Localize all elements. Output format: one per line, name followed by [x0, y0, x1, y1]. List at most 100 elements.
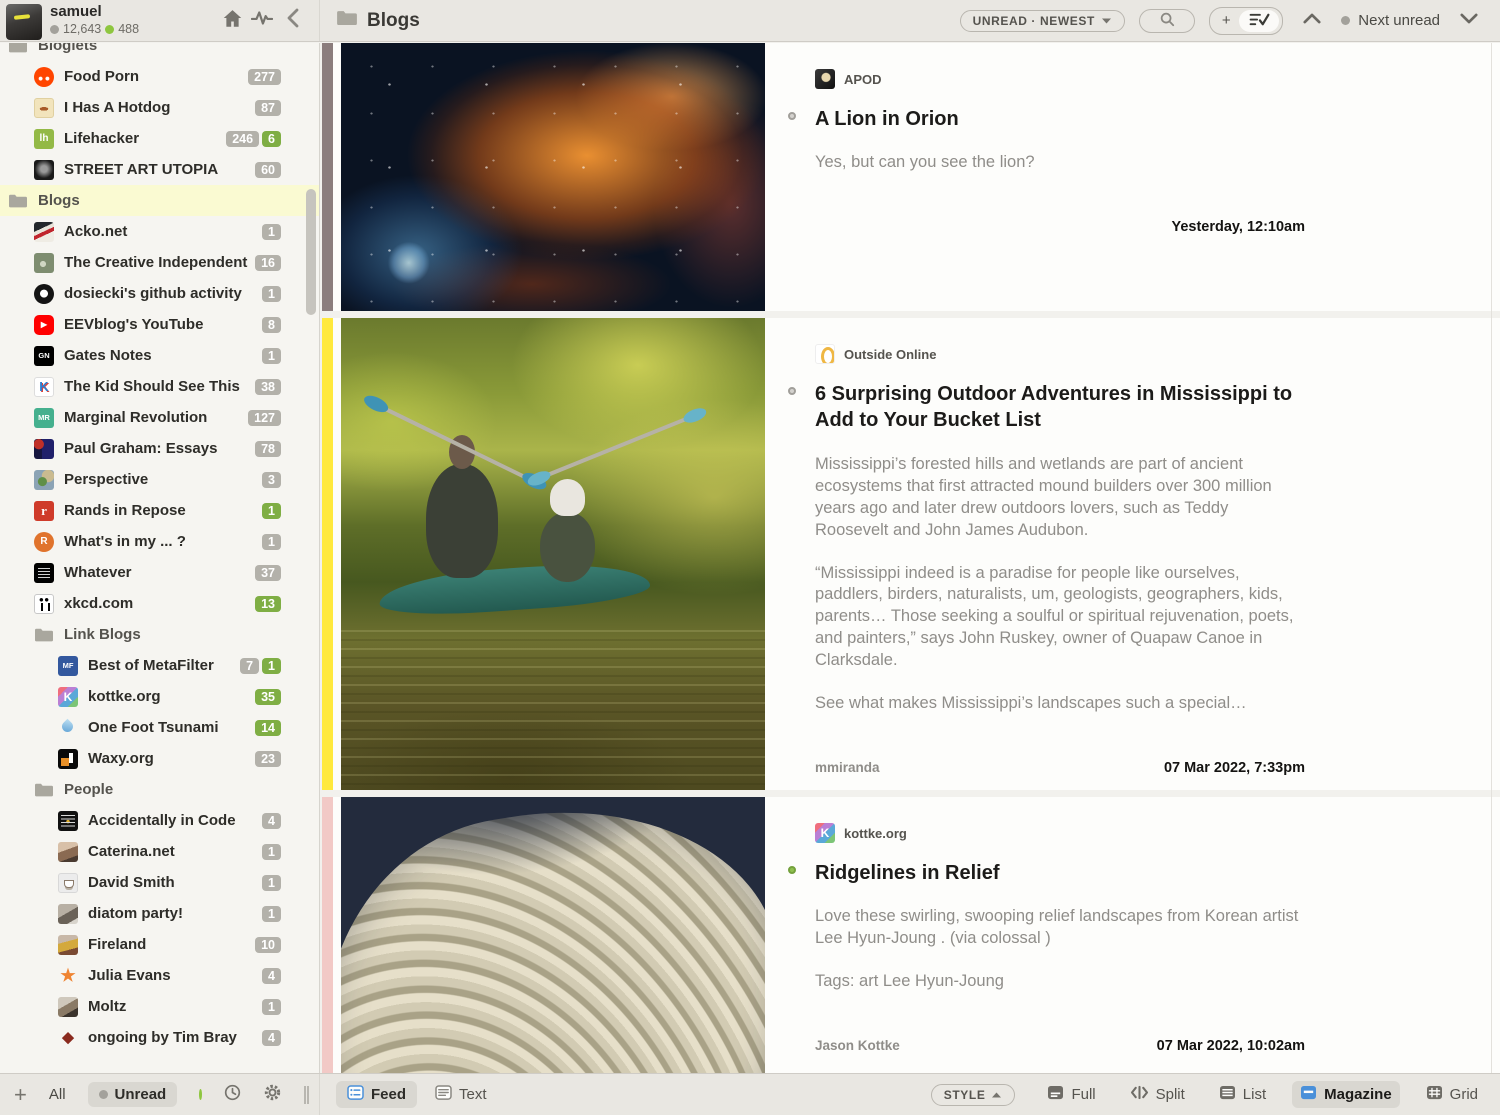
- view-full-button[interactable]: Full: [1039, 1081, 1103, 1108]
- filter-all-button[interactable]: All: [49, 1086, 66, 1103]
- article-card[interactable]: Outside Online 6 Surprising Outdoor Adve…: [322, 318, 1500, 790]
- add-feed-button[interactable]: +: [14, 1084, 27, 1106]
- unread-count-badge: 23: [255, 751, 281, 767]
- mark-all-read-button[interactable]: [1239, 10, 1279, 32]
- content-mode-feed-button[interactable]: Feed: [336, 1081, 417, 1108]
- next-item-button[interactable]: [1454, 8, 1484, 34]
- article-summary: Mississippi’s forested hills and wetland…: [815, 454, 1305, 736]
- unread-total: 12,643: [63, 23, 101, 37]
- next-unread-button[interactable]: Next unread: [1341, 12, 1440, 29]
- sidebar-feed-diatom-party[interactable]: diatom party! 1: [0, 898, 319, 929]
- user-name: samuel: [50, 4, 139, 21]
- sidebar-feed-waxy-org[interactable]: Waxy.org 23: [0, 743, 319, 774]
- style-dropdown[interactable]: STYLE: [931, 1084, 1016, 1106]
- sidebar-feed-street-art-utopia[interactable]: STREET ART UTOPIA 60: [0, 154, 319, 185]
- article-card[interactable]: Kkottke.org Ridgelines in Relief Love th…: [322, 797, 1500, 1073]
- sidebar-feed-marginal-revolution[interactable]: MR Marginal Revolution 127: [0, 402, 319, 433]
- sidebar-feed-julia-evans[interactable]: ★ Julia Evans 4: [0, 960, 319, 991]
- sidebar-folder-people[interactable]: People: [0, 774, 319, 805]
- search-button[interactable]: [1139, 9, 1195, 33]
- add-icon[interactable]: +: [1222, 12, 1231, 29]
- sidebar-feed-best-of-metafilter[interactable]: MF Best of MetaFilter 71: [0, 650, 319, 681]
- orion-nebula-photo[interactable]: [341, 43, 765, 311]
- chevron-up-icon: [991, 1088, 1002, 1102]
- sidebar-feed-caterina-net[interactable]: Caterina.net 1: [0, 836, 319, 867]
- sidebar-feed-gates-notes[interactable]: GN Gates Notes 1: [0, 340, 319, 371]
- kayakers-on-river-photo[interactable]: [341, 318, 765, 790]
- unread-count-badge: 14: [255, 720, 281, 736]
- unread-count-badge: 1: [262, 534, 281, 550]
- whatsinmy-favicon-icon: R: [34, 532, 54, 552]
- collapse-sidebar-button[interactable]: [277, 6, 307, 36]
- avatar[interactable]: [6, 4, 42, 40]
- unread-count-badge: 4: [262, 968, 281, 984]
- sidebar-feed-the-kid-should-see-this[interactable]: K The Kid Should See This 38: [0, 371, 319, 402]
- sidebar-scrollbar-thumb[interactable]: [306, 189, 316, 315]
- previous-item-button[interactable]: [1297, 8, 1327, 34]
- sidebar-feed-i-has-a-hotdog[interactable]: I Has A Hotdog 87: [0, 92, 319, 123]
- sidebar-feed-perspective[interactable]: Perspective 3: [0, 464, 319, 495]
- article-feed[interactable]: Kkottke.org: [815, 823, 1305, 843]
- home-button[interactable]: [217, 6, 247, 36]
- sidebar-feed-eevblog-s-youtube[interactable]: ▶ EEVblog's YouTube 8: [0, 309, 319, 340]
- filter-unread-button[interactable]: Unread: [88, 1082, 178, 1107]
- sidebar-folder-link-blogs[interactable]: Link Blogs: [0, 619, 319, 650]
- article-feed[interactable]: APOD: [815, 69, 1305, 89]
- sidebar-feed-ongoing-by-tim-bray[interactable]: ◆ ongoing by Tim Bray 4: [0, 1022, 319, 1053]
- view-switcher: Full Split List Magazine Grid: [1039, 1081, 1486, 1108]
- unread-count-badge: 6: [262, 131, 281, 147]
- sidebar-folder-bloglets[interactable]: Bloglets: [0, 43, 319, 61]
- sidebar-folder-blogs[interactable]: Blogs: [0, 185, 319, 216]
- article-title[interactable]: Ridgelines in Relief: [815, 860, 1305, 886]
- sidebar-feed-whatever[interactable]: Whatever 37: [0, 557, 319, 588]
- kottke-favicon-icon: K: [58, 687, 78, 707]
- view-magazine-button[interactable]: Magazine: [1292, 1081, 1400, 1108]
- sidebar-feed-lifehacker[interactable]: lh Lifehacker 2466: [0, 123, 319, 154]
- settings-button[interactable]: [263, 1083, 282, 1107]
- tksst-favicon-icon: K: [34, 377, 54, 397]
- view-list-button[interactable]: List: [1211, 1081, 1274, 1108]
- sidebar-feed-paul-graham-essays[interactable]: Paul Graham: Essays 78: [0, 433, 319, 464]
- article-title[interactable]: A Lion in Orion: [815, 106, 1305, 132]
- sidebar-feed-one-foot-tsunami[interactable]: One Foot Tsunami 14: [0, 712, 319, 743]
- feed-color-bar: [322, 797, 333, 1073]
- sidebar-feed-dosiecki-s-github-activity[interactable]: dosiecki's github activity 1: [0, 278, 319, 309]
- pane-resize-handle[interactable]: [304, 1086, 309, 1104]
- article-title[interactable]: 6 Surprising Outdoor Adventures in Missi…: [815, 381, 1305, 434]
- relief-landscape-artwork[interactable]: [341, 797, 765, 1073]
- sidebar-feed-xkcd-com[interactable]: xkcd.com 13: [0, 588, 319, 619]
- unread-count-badge: 10: [255, 937, 281, 953]
- chevron-up-icon: [1303, 12, 1321, 29]
- sidebar-feed-moltz[interactable]: Moltz 1: [0, 991, 319, 1022]
- article-list[interactable]: APOD A Lion in Orion Yes, but can you se…: [320, 43, 1500, 1073]
- sidebar-feed-accidentally-in-code[interactable]: Accidentally in Code 4: [0, 805, 319, 836]
- list-view-icon: [1219, 1085, 1236, 1104]
- tci-favicon-icon: [34, 253, 54, 273]
- activity-button[interactable]: [247, 6, 277, 36]
- gear-icon: [263, 1083, 282, 1107]
- article-author: Jason Kottke: [815, 1038, 900, 1053]
- sidebar-feed-david-smith[interactable]: David Smith 1: [0, 867, 319, 898]
- sidebar-feed-rands-in-repose[interactable]: r Rands in Repose 1: [0, 495, 319, 526]
- content-mode-text-button[interactable]: Text: [427, 1081, 495, 1108]
- view-split-button[interactable]: Split: [1122, 1081, 1193, 1108]
- sidebar-feed-what-s-in-my[interactable]: R What's in my ... ? 1: [0, 526, 319, 557]
- page-title: Blogs: [367, 10, 420, 32]
- view-grid-button[interactable]: Grid: [1418, 1081, 1486, 1108]
- apod-favicon-icon: [815, 69, 835, 89]
- filter-starred-button[interactable]: [199, 1089, 202, 1100]
- list-toolbar: Blogs UNREAD · NEWEST +: [320, 0, 1500, 41]
- recently-read-button[interactable]: [224, 1084, 241, 1106]
- sidebar-feed-kottke-org[interactable]: K kottke.org 35: [0, 681, 319, 712]
- article-feed[interactable]: Outside Online: [815, 344, 1305, 364]
- sidebar-feed-food-porn[interactable]: Food Porn 277: [0, 61, 319, 92]
- sidebar-feed-fireland[interactable]: Fireland 10: [0, 929, 319, 960]
- lifehacker-favicon-icon: lh: [34, 129, 54, 149]
- filter-dropdown[interactable]: UNREAD · NEWEST: [960, 10, 1125, 32]
- unread-dot-icon: [788, 387, 796, 395]
- unread-count-badge: 13: [255, 596, 281, 612]
- article-card[interactable]: APOD A Lion in Orion Yes, but can you se…: [322, 43, 1500, 311]
- sidebar-feed-the-creative-independent[interactable]: The Creative Independent 16: [0, 247, 319, 278]
- sidebar-feed-acko-net[interactable]: Acko.net 1: [0, 216, 319, 247]
- feed-reader-app: samuel 12,643 488 Blogs UNREAD: [0, 0, 1500, 1115]
